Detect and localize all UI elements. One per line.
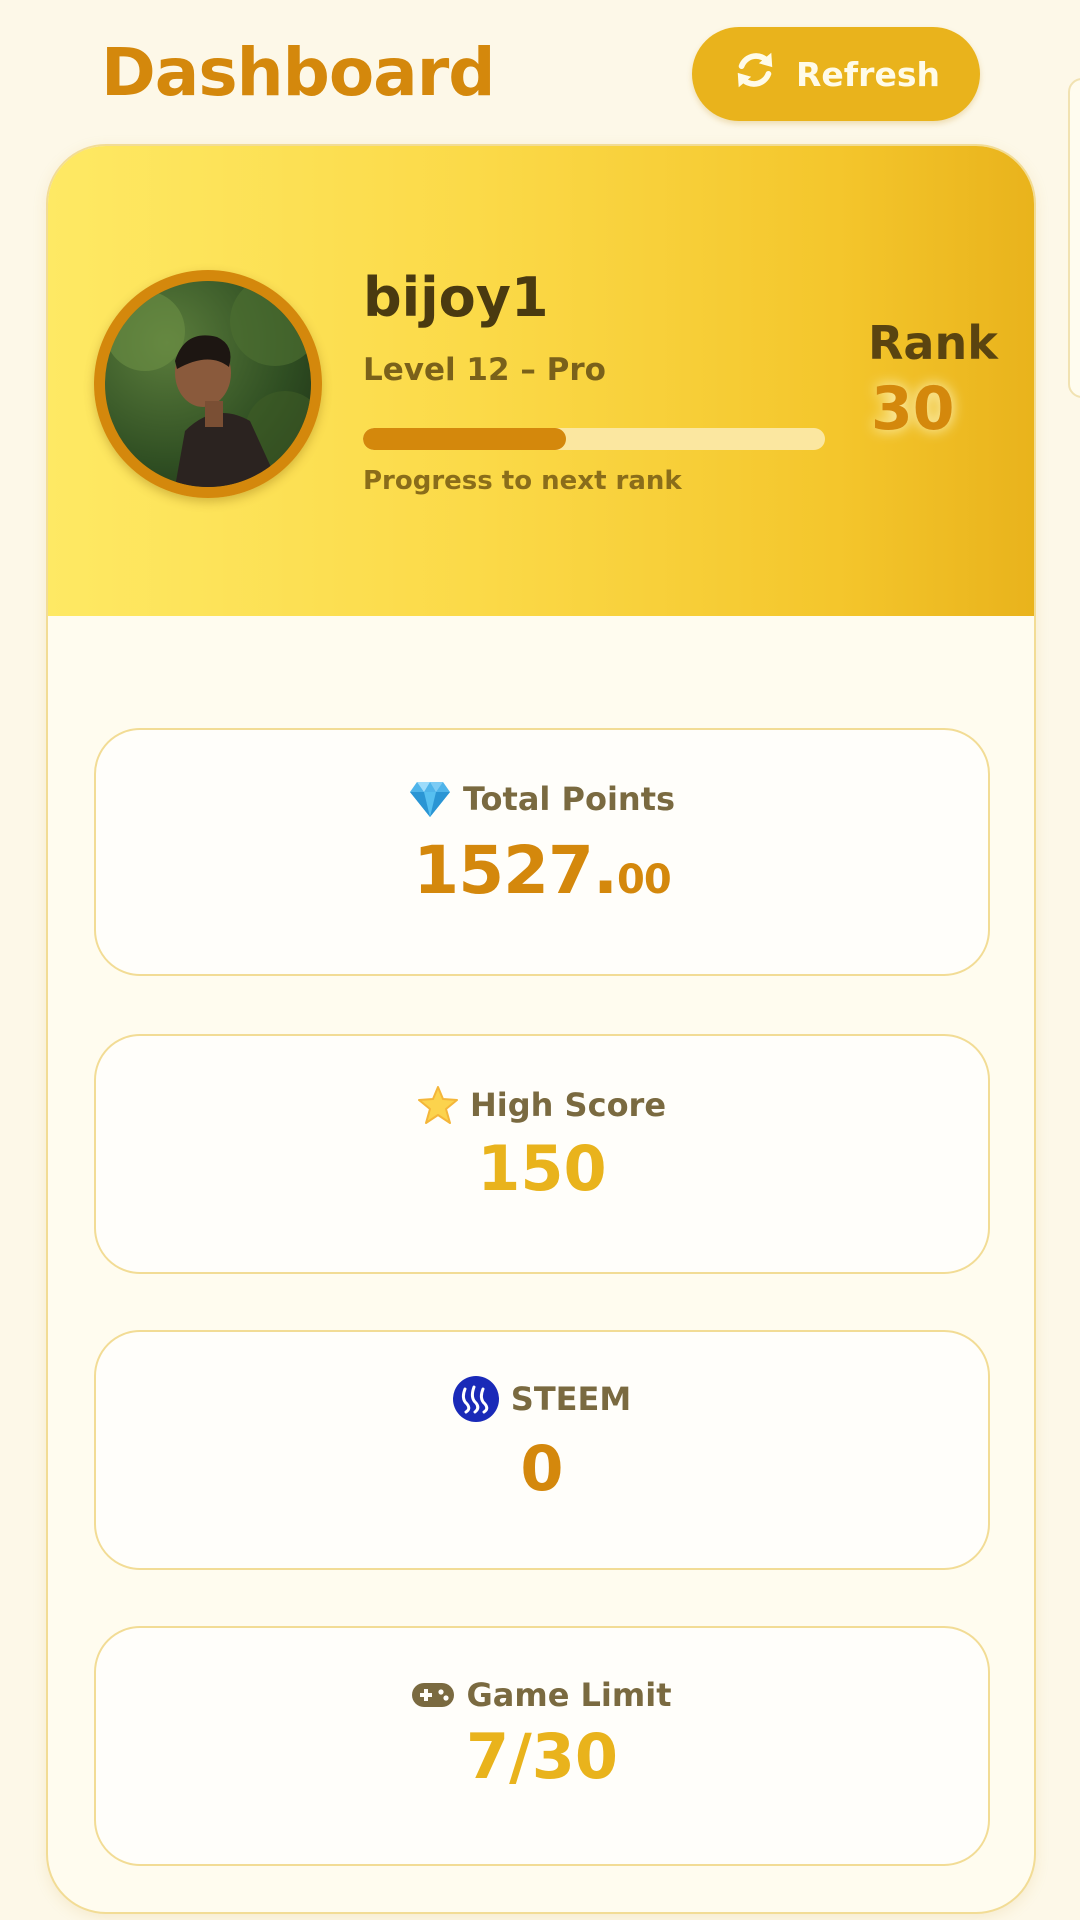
steem-label: STEEM xyxy=(510,1380,632,1418)
rank-progress-bar xyxy=(363,428,825,450)
page-title: Dashboard xyxy=(101,34,496,111)
total-points-value: 1527.00 xyxy=(96,832,988,909)
username: bijoy1 xyxy=(363,266,549,329)
progress-label: Progress to next rank xyxy=(363,466,682,496)
high-score-label: High Score xyxy=(469,1086,667,1124)
total-points-card: Total Points 1527.00 xyxy=(94,728,990,976)
gamepad-icon xyxy=(412,1681,455,1709)
profile-card: bijoy1 Level 12 – Pro Progress to next r… xyxy=(46,144,1036,1914)
steem-icon xyxy=(452,1376,499,1422)
steem-value: 0 xyxy=(520,1432,564,1505)
game-limit-card: Game Limit 7/30 xyxy=(94,1626,990,1866)
game-limit-value: 7/30 xyxy=(465,1720,619,1793)
avatar-photo xyxy=(105,281,311,487)
total-points-integer: 1527. xyxy=(413,832,618,909)
side-panel-edge xyxy=(1068,78,1080,398)
steem-card: STEEM 0 xyxy=(94,1330,990,1570)
high-score-card: High Score 150 xyxy=(94,1034,990,1274)
rank-value: 30 xyxy=(871,374,955,444)
avatar[interactable] xyxy=(94,270,322,498)
total-points-decimals: 00 xyxy=(617,857,672,903)
rank-label: Rank xyxy=(868,316,998,370)
refresh-button[interactable]: Refresh xyxy=(692,27,980,121)
high-score-value: 150 xyxy=(477,1132,607,1205)
game-limit-label: Game Limit xyxy=(466,1676,672,1714)
user-level: Level 12 – Pro xyxy=(363,352,606,388)
profile-header: bijoy1 Level 12 – Pro Progress to next r… xyxy=(48,146,1034,616)
total-points-label: Total Points xyxy=(462,780,676,818)
diamond-icon xyxy=(409,780,451,818)
star-icon xyxy=(417,1086,458,1124)
refresh-icon xyxy=(732,47,778,101)
dashboard-page: Dashboard Refresh bijoy1 Level 12 – Pro … xyxy=(0,0,1080,1920)
rank-progress-fill xyxy=(363,428,567,450)
refresh-button-label: Refresh xyxy=(796,54,940,94)
